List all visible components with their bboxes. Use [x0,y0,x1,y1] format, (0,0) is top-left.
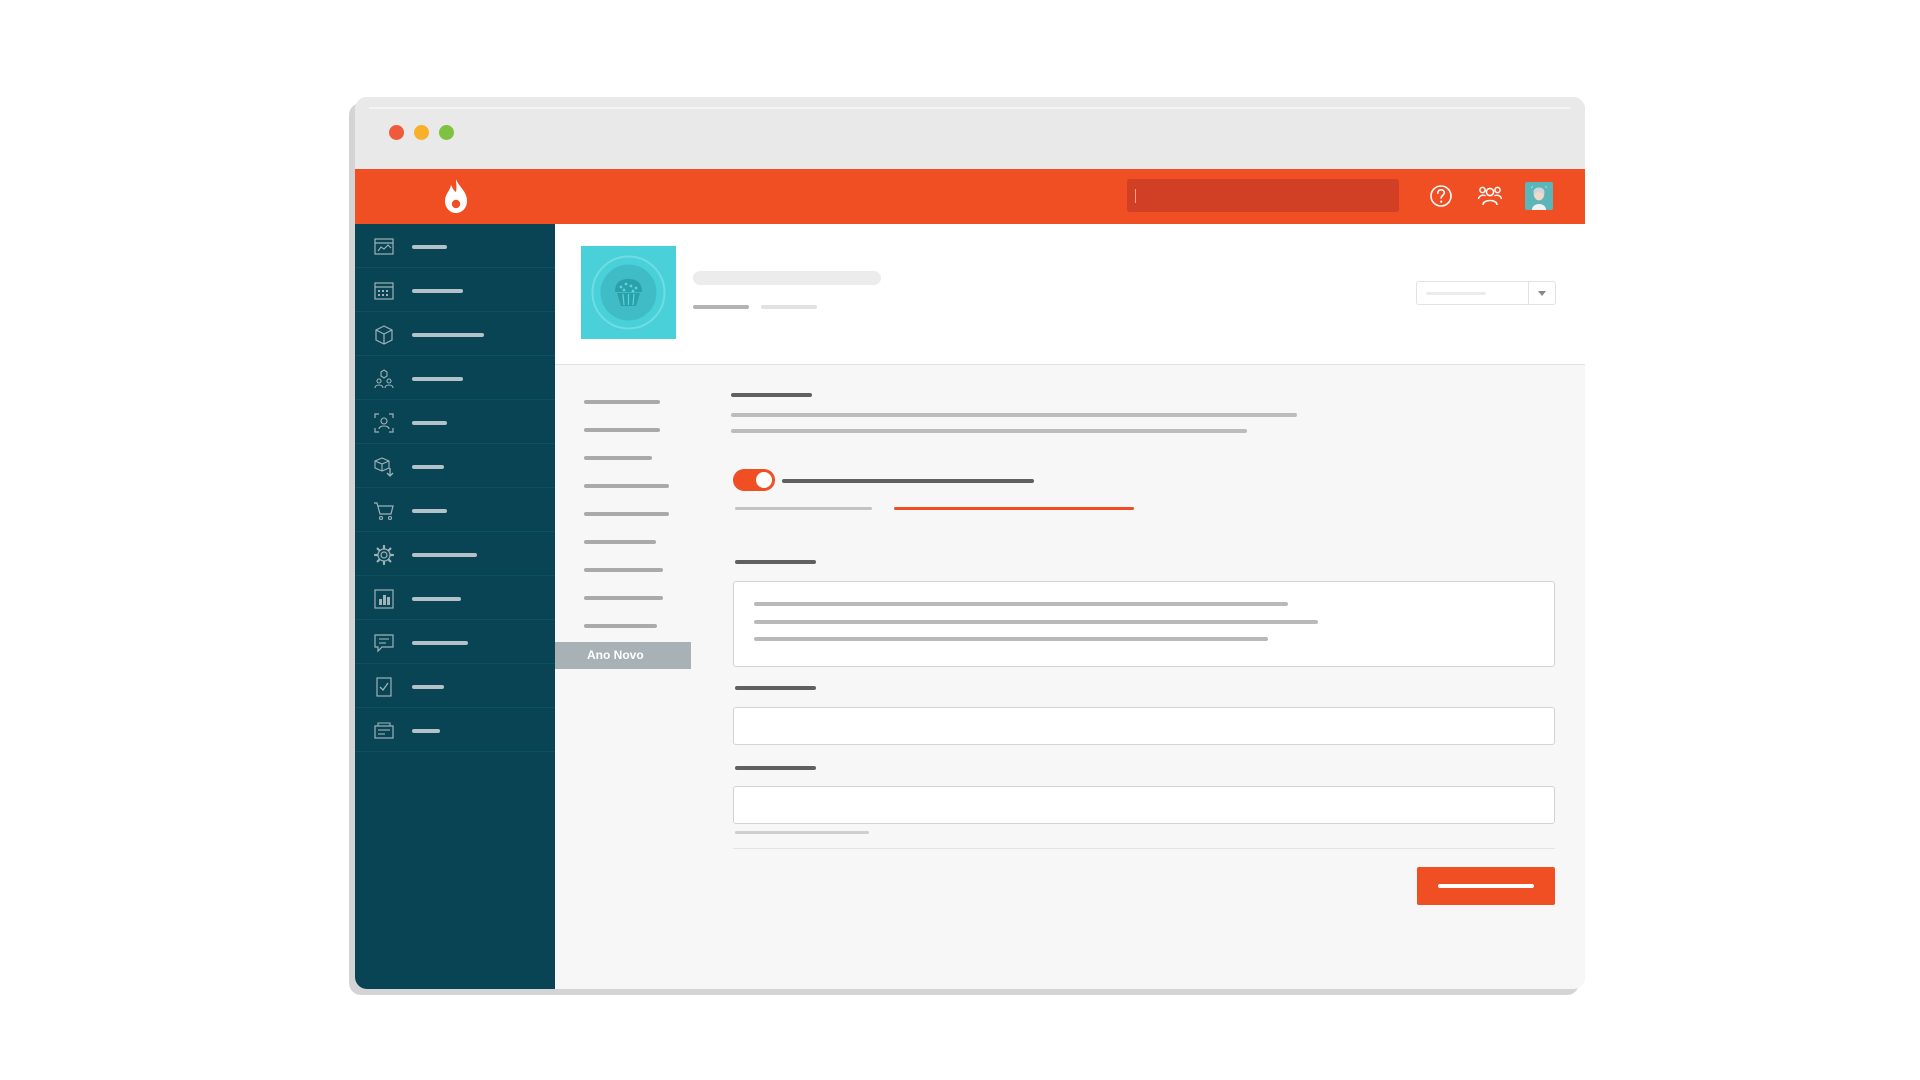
sidebar-item-members-area[interactable] [355,268,555,312]
sidebar-item-dashboard[interactable] [355,224,555,268]
messages-icon [374,634,394,653]
products-icon [375,325,393,345]
sidebar-item-label-bar [412,377,463,381]
sidebar-item-label-bar [412,729,440,733]
sidebar [355,224,555,989]
section-title-bar [731,393,812,397]
sidebar-item-label-bar [412,333,484,337]
sidebar-item-label-bar [412,421,447,425]
description-textarea[interactable] [733,581,1555,667]
subnav-item[interactable] [584,568,663,572]
description-line [731,413,1297,417]
sidebar-item-audience[interactable] [355,400,555,444]
sidebar-item-label-bar [412,553,477,557]
sidebar-item-label-bar [412,465,444,469]
sidebar-item-tools[interactable] [355,708,555,752]
settings-icon [373,544,395,566]
main-content: Ano Novo [555,224,1585,989]
product-delivery-icon [374,457,394,477]
dropdown-value-bar [1426,292,1486,295]
sidebar-item-messages[interactable] [355,620,555,664]
subnav-item[interactable] [584,400,660,404]
product-selector-dropdown[interactable] [1416,281,1556,305]
textarea-line [754,620,1318,624]
dashboard-icon [374,238,394,255]
field-label-bar [735,560,816,564]
members-area-icon [374,282,394,300]
minimize-window-button[interactable] [414,125,429,140]
product-thumbnail[interactable] [581,246,676,339]
sidebar-item-label-bar [412,685,444,689]
product-header [555,224,1585,365]
help-icon[interactable] [1426,181,1456,211]
sidebar-item-checklist[interactable] [355,664,555,708]
subnav-item[interactable] [584,596,663,600]
product-meta-placeholder [761,305,817,309]
field-label-bar [735,686,816,690]
subnav-item[interactable] [584,428,660,432]
dropdown-divider [1528,282,1529,304]
tab-active[interactable] [894,507,1134,510]
subnav-item-active[interactable]: Ano Novo [555,642,691,669]
close-window-button[interactable] [389,125,404,140]
text-field[interactable] [733,707,1555,745]
field-label-bar [735,766,816,770]
textarea-line [754,602,1288,606]
sidebar-item-label-bar [412,597,461,601]
sidebar-item-label-bar [412,641,468,645]
subnav-item[interactable] [584,484,669,488]
cupcake-icon [591,255,666,330]
sidebar-item-label-bar [412,509,447,513]
checklist-icon [376,677,392,697]
sidebar-item-reports[interactable] [355,576,555,620]
text-field[interactable] [733,786,1555,824]
product-title-placeholder [693,271,881,285]
subnav-item[interactable] [584,540,656,544]
helper-text-bar [735,831,869,834]
tab-inactive[interactable] [735,507,872,510]
search-input[interactable] [1127,179,1399,212]
product-subtitle-placeholder [693,305,749,309]
search-caret [1135,189,1136,203]
reports-icon [374,589,394,609]
subnav-item[interactable] [584,624,657,628]
save-button-label-bar [1438,884,1534,888]
titlebar-highlight [369,107,1571,109]
window-titlebar [355,97,1585,170]
sidebar-item-product-delivery[interactable] [355,444,555,488]
subnav-item[interactable] [584,512,669,516]
affiliates-icon [374,369,394,389]
toggle-label-bar [782,479,1034,483]
sidebar-item-products[interactable] [355,312,555,356]
user-avatar-icon [1525,182,1553,210]
sidebar-item-cart[interactable] [355,488,555,532]
chevron-down-icon [1538,291,1546,296]
browser-window: Ano Novo [355,97,1585,989]
flame-icon[interactable] [441,177,471,215]
form-divider [733,848,1555,849]
sidebar-item-affiliates[interactable] [355,356,555,400]
textarea-line [754,637,1268,641]
cart-icon [374,502,394,521]
team-icon[interactable] [1475,181,1505,211]
subnav-item[interactable] [584,456,652,460]
toggle-knob [756,472,772,488]
save-button[interactable] [1417,867,1555,905]
description-line [731,429,1247,433]
feature-toggle[interactable] [733,469,775,491]
audience-icon [374,413,394,433]
tools-icon [374,722,394,739]
avatar[interactable] [1525,182,1553,210]
sidebar-item-label-bar [412,245,447,249]
top-navigation-bar [355,169,1585,224]
sidebar-item-label-bar [412,289,463,293]
sidebar-item-settings[interactable] [355,532,555,576]
maximize-window-button[interactable] [439,125,454,140]
